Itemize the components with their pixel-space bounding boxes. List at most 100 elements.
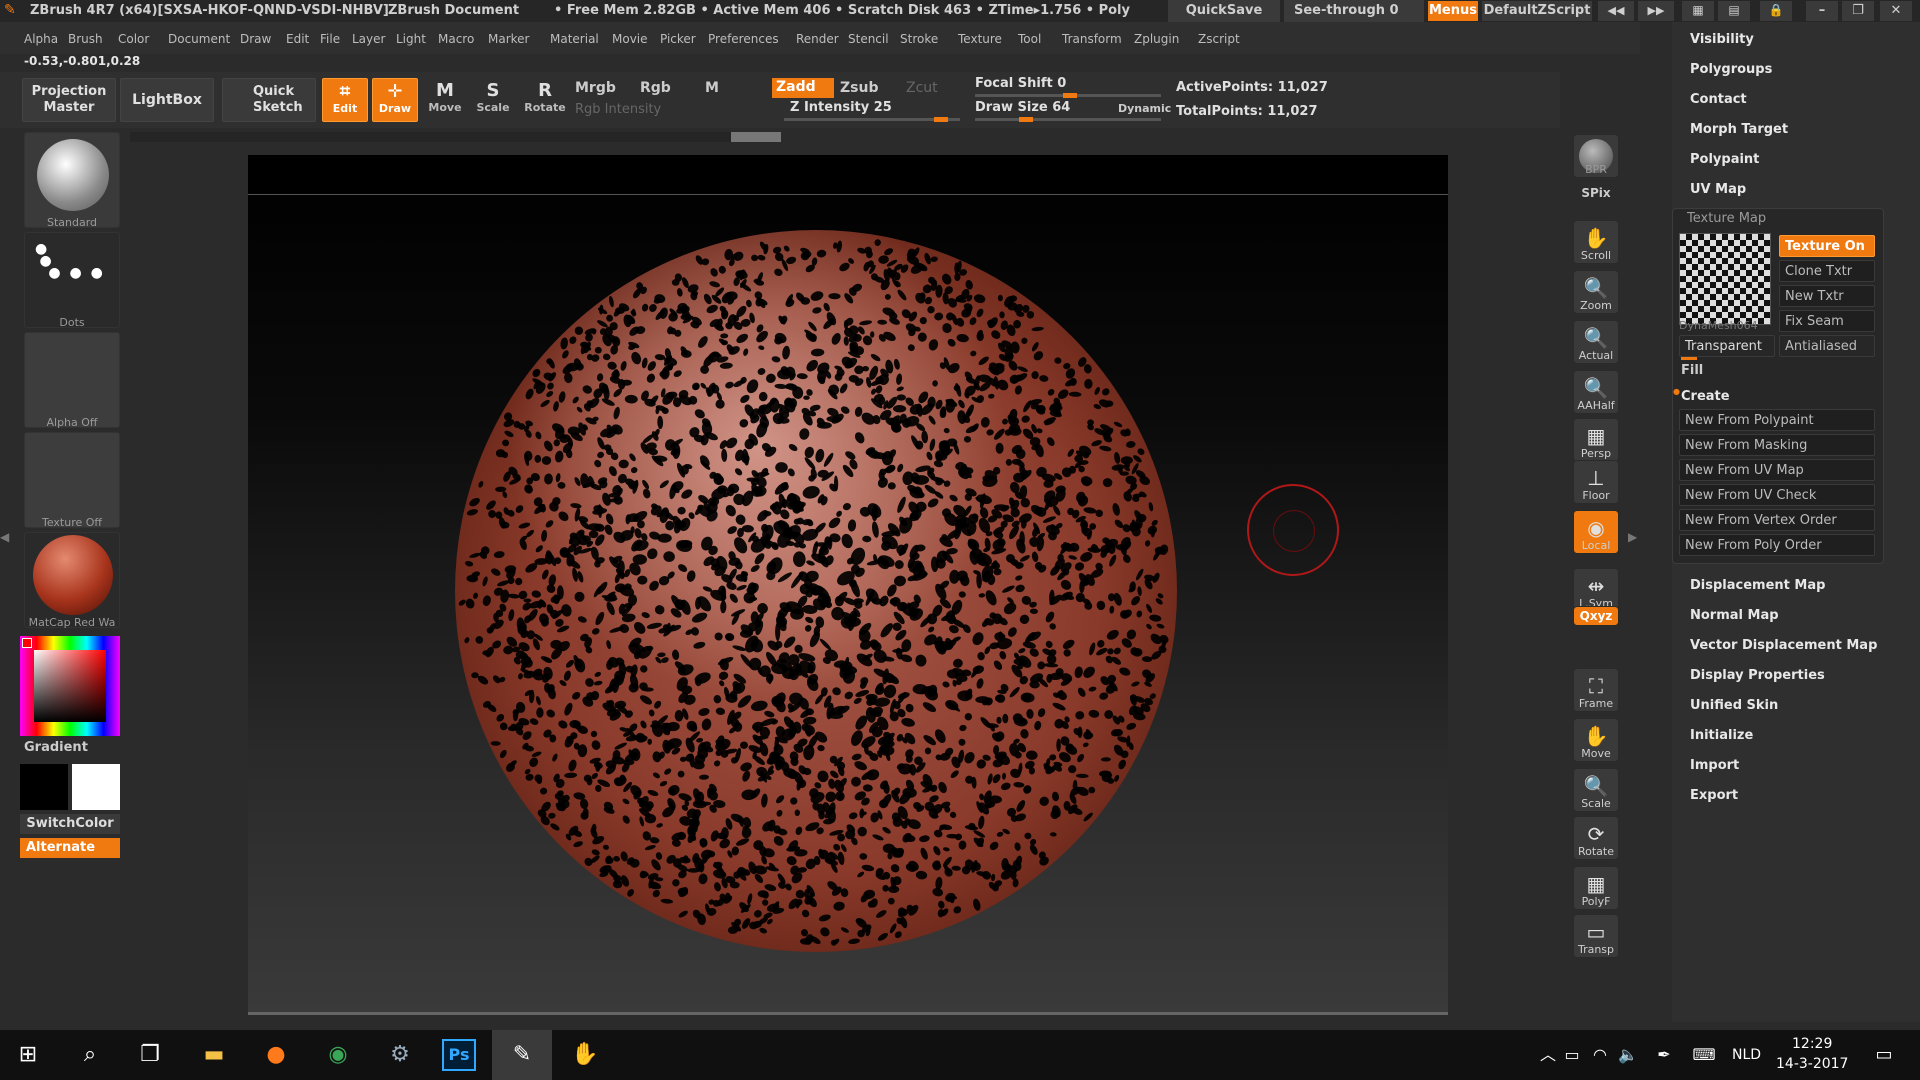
- move-button[interactable]: M Move: [422, 78, 468, 122]
- chrome-icon[interactable]: ◉: [318, 1038, 358, 1072]
- floor-button[interactable]: ⊥ Floor: [1573, 460, 1619, 504]
- mrgb-button[interactable]: Mrgb: [575, 80, 616, 96]
- subpalette-normal-map[interactable]: Normal Map: [1690, 608, 1779, 623]
- subpalette-polypaint[interactable]: Polypaint: [1690, 152, 1759, 167]
- new-from-masking-button[interactable]: New From Masking: [1679, 434, 1875, 456]
- menu-alpha[interactable]: Alpha: [24, 32, 58, 46]
- fix-seam-button[interactable]: Fix Seam: [1779, 310, 1875, 332]
- subpalette-visibility[interactable]: Visibility: [1690, 32, 1754, 47]
- z-intensity-track[interactable]: [784, 117, 960, 122]
- new-from-uv-check-button[interactable]: New From UV Check: [1679, 484, 1875, 506]
- rgb-button[interactable]: Rgb: [640, 80, 671, 96]
- new-from-uv-map-button[interactable]: New From UV Map: [1679, 459, 1875, 481]
- focal-shift-track[interactable]: [975, 93, 1161, 98]
- sculpted-sphere[interactable]: [455, 230, 1177, 952]
- local-button[interactable]: ◉ Local: [1573, 510, 1619, 554]
- menu-stencil[interactable]: Stencil: [848, 32, 889, 46]
- subpalette-polygroups[interactable]: Polygroups: [1690, 62, 1772, 77]
- menu-transform[interactable]: Transform: [1062, 32, 1122, 46]
- left-tray-arrow-icon[interactable]: ◀: [0, 530, 12, 570]
- edit-button[interactable]: ⌗ Edit: [322, 78, 368, 122]
- menu-preferences[interactable]: Preferences: [708, 32, 779, 46]
- close-icon[interactable]: ✕: [1880, 1, 1912, 21]
- stroke-slot[interactable]: ● ● ● ● ● Dots: [24, 232, 120, 329]
- actual-button[interactable]: 🔍 Actual: [1573, 320, 1619, 364]
- layout-icon[interactable]: ▦: [1682, 1, 1714, 21]
- brush-slot[interactable]: Standard: [24, 132, 120, 229]
- menu-tool[interactable]: Tool: [1018, 32, 1041, 46]
- color-picker[interactable]: [20, 636, 120, 736]
- new-from-vertex-order-button[interactable]: New From Vertex Order: [1679, 509, 1875, 531]
- volume-icon[interactable]: 🔈: [1608, 1038, 1648, 1072]
- right-tray-arrow-icon[interactable]: ▶: [1628, 530, 1640, 570]
- clock-time[interactable]: 12:29: [1792, 1036, 1832, 1052]
- menu-layer[interactable]: Layer: [352, 32, 385, 46]
- main-color-swatch[interactable]: [20, 764, 68, 810]
- menu-picker[interactable]: Picker: [660, 32, 696, 46]
- texture-slot[interactable]: Texture Off: [24, 432, 120, 529]
- secondary-color-swatch[interactable]: [72, 764, 120, 810]
- fill-subpalette[interactable]: Fill: [1681, 363, 1703, 378]
- file-explorer-icon[interactable]: ▬: [194, 1038, 234, 1072]
- m-button[interactable]: M: [705, 80, 719, 96]
- subpalette-vector-displacement-map[interactable]: Vector Displacement Map: [1690, 638, 1877, 653]
- new-from-polypaint-button[interactable]: New From Polypaint: [1679, 409, 1875, 431]
- quicksave-button[interactable]: QuickSave: [1168, 0, 1280, 22]
- spix-button[interactable]: SPix: [1573, 182, 1619, 208]
- menus-button[interactable]: Menus: [1428, 1, 1478, 21]
- search-icon[interactable]: ⌕: [70, 1038, 110, 1072]
- menu-marker[interactable]: Marker: [488, 32, 529, 46]
- see-through-slider[interactable]: See-through 0: [1284, 0, 1424, 22]
- zsub-button[interactable]: Zsub: [840, 80, 878, 96]
- steam-icon[interactable]: ⚙: [380, 1038, 420, 1072]
- polyf-button[interactable]: ▦ PolyF: [1573, 866, 1619, 910]
- z-intensity-slider[interactable]: Z Intensity 25: [790, 100, 892, 115]
- clone-txtr-button[interactable]: Clone Txtr: [1779, 260, 1875, 282]
- texture-on-button[interactable]: Texture On: [1779, 235, 1875, 257]
- zbrush-taskbar-icon[interactable]: ✎: [502, 1038, 542, 1072]
- lightbox-button[interactable]: LightBox: [120, 78, 214, 122]
- pen-icon[interactable]: ✒: [1644, 1038, 1684, 1072]
- maximize-icon[interactable]: ❐: [1842, 1, 1874, 21]
- zoom-button[interactable]: 🔍 Zoom: [1573, 270, 1619, 314]
- menu-stroke[interactable]: Stroke: [900, 32, 938, 46]
- subpalette-export[interactable]: Export: [1690, 788, 1738, 803]
- quick-sketch-button[interactable]: Quick Sketch: [222, 78, 316, 122]
- texture-thumbnail[interactable]: [1679, 233, 1771, 325]
- default-zscript-button[interactable]: DefaultZScript: [1482, 1, 1592, 21]
- layout2-icon[interactable]: ▤: [1718, 1, 1750, 21]
- forward-icon[interactable]: ▶▶: [1638, 1, 1674, 21]
- rgb-intensity-slider[interactable]: Rgb Intensity: [575, 102, 661, 117]
- menu-render[interactable]: Render: [796, 32, 839, 46]
- subpalette-display-properties[interactable]: Display Properties: [1690, 668, 1825, 683]
- shelf-scroll-thumb[interactable]: [731, 132, 781, 142]
- rewind-icon[interactable]: ◀◀: [1598, 1, 1634, 21]
- switch-color-button[interactable]: SwitchColor: [20, 814, 120, 834]
- menu-material[interactable]: Material: [550, 32, 599, 46]
- keyboard-icon[interactable]: ⌨: [1684, 1038, 1724, 1072]
- focal-shift-slider[interactable]: Focal Shift 0: [975, 76, 1066, 91]
- scroll-button[interactable]: ✋ Scroll: [1573, 220, 1619, 264]
- texture-map-title[interactable]: Texture Map: [1687, 211, 1766, 226]
- projection-master-button[interactable]: Projection Master: [22, 78, 116, 122]
- subpalette-contact[interactable]: Contact: [1690, 92, 1747, 107]
- app-taskbar-icon[interactable]: ✋: [565, 1038, 605, 1072]
- menu-color[interactable]: Color: [118, 32, 149, 46]
- windows-start-icon[interactable]: ⊞: [8, 1038, 48, 1072]
- color-saturation-square[interactable]: [34, 650, 106, 722]
- menu-zscript[interactable]: Zscript: [1198, 32, 1240, 46]
- scale-button[interactable]: S Scale: [470, 78, 516, 122]
- task-view-icon[interactable]: ❐: [130, 1038, 170, 1072]
- menu-document[interactable]: Document: [168, 32, 230, 46]
- transp-button[interactable]: ▭ Transp: [1573, 914, 1619, 958]
- scale-button[interactable]: 🔍 Scale: [1573, 768, 1619, 812]
- alpha-slot[interactable]: Alpha Off: [24, 332, 120, 429]
- zcut-button[interactable]: Zcut: [906, 80, 938, 96]
- menu-macro[interactable]: Macro: [438, 32, 474, 46]
- subpalette-uv-map[interactable]: UV Map: [1690, 182, 1746, 197]
- frame-button[interactable]: ⛶ Frame: [1573, 668, 1619, 712]
- material-slot[interactable]: MatCap Red Wa: [24, 532, 120, 629]
- draw-button[interactable]: ✛ Draw: [372, 78, 418, 122]
- rotate-button[interactable]: ⟳ Rotate: [1573, 816, 1619, 860]
- subpalette-initialize[interactable]: Initialize: [1690, 728, 1753, 743]
